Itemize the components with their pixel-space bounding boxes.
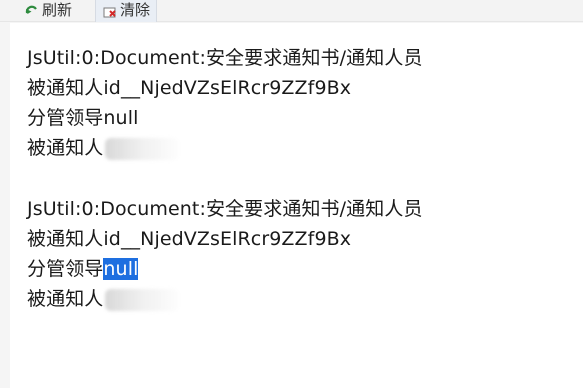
notified-line: 被通知人 bbox=[27, 284, 423, 314]
refresh-label: 刷新 bbox=[42, 1, 73, 19]
refresh-icon bbox=[24, 4, 40, 20]
selected-leader-value[interactable]: null bbox=[103, 258, 139, 280]
leader-value: null bbox=[103, 107, 139, 129]
toolbar: 刷新 清除 bbox=[0, 0, 583, 22]
notified-label: 被通知人 bbox=[27, 137, 104, 159]
clear-label: 清除 bbox=[120, 1, 151, 19]
notified-label: 被通知人 bbox=[27, 288, 104, 310]
clear-icon bbox=[102, 4, 118, 20]
log-entry: JsUtil:0:Document:安全要求通知书/通知人员 被通知人id__N… bbox=[27, 194, 423, 314]
leader-line: 分管领导null bbox=[27, 254, 423, 284]
leader-label: 分管领导 bbox=[27, 107, 104, 129]
notified-id-line: 被通知人id__NjedVZsElRcr9ZZf9Bx bbox=[27, 77, 352, 99]
redacted-value bbox=[105, 137, 180, 160]
log-output-panel: JsUtil:0:Document:安全要求通知书/通知人员 被通知人id__N… bbox=[10, 23, 583, 388]
log-entry: JsUtil:0:Document:安全要求通知书/通知人员 被通知人id__N… bbox=[27, 43, 423, 163]
notified-line: 被通知人 bbox=[27, 133, 423, 163]
notified-id-line: 被通知人id__NjedVZsElRcr9ZZf9Bx bbox=[27, 228, 352, 250]
log-header: JsUtil:0:Document:安全要求通知书/通知人员 bbox=[27, 47, 423, 69]
leader-line: 分管领导null bbox=[27, 103, 423, 133]
clear-button[interactable]: 清除 bbox=[95, 0, 158, 22]
leader-label: 分管领导 bbox=[27, 258, 104, 280]
refresh-button[interactable]: 刷新 bbox=[24, 0, 72, 22]
log-header: JsUtil:0:Document:安全要求通知书/通知人员 bbox=[27, 198, 423, 220]
redacted-value bbox=[105, 288, 180, 311]
